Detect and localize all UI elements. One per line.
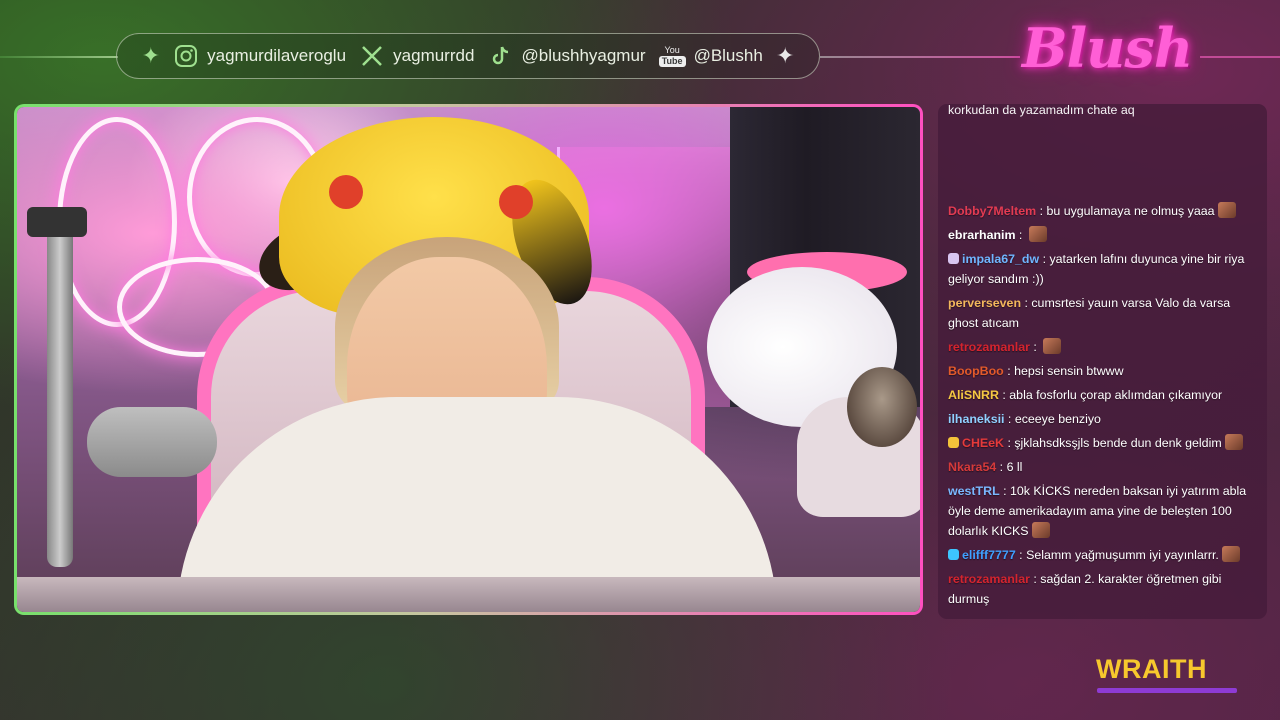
user-badge-icon	[948, 253, 959, 264]
chat-username[interactable]: Dobby7Meltem	[948, 204, 1036, 218]
chat-separator: :	[1039, 252, 1050, 266]
x-icon	[359, 43, 385, 69]
chat-username[interactable]: Nkara54	[948, 460, 996, 474]
chat-username[interactable]: ebrarhanim	[948, 228, 1015, 242]
chat-text: abla fosforlu çorap aklımdan çıkamıyor	[1009, 388, 1223, 402]
chat-message: westTRL : 10k KİCKS nereden baksan iyi y…	[948, 481, 1257, 541]
chat-separator: :	[1015, 548, 1027, 562]
hat-cheek	[499, 185, 533, 219]
chat-text: Selamm yağmuşumm iyi yayınlarrr.	[1026, 548, 1219, 562]
webcam-video	[17, 107, 920, 612]
chat-username[interactable]: impala67_dw	[962, 252, 1039, 266]
chat-separator: :	[1003, 364, 1015, 378]
chat-message: BoopBoo : hepsi sensin btwww	[948, 361, 1257, 381]
instagram-icon	[173, 43, 199, 69]
chat-message: Nkara54 : 6 ll	[948, 457, 1257, 477]
chat-username[interactable]: AliSNRR	[948, 388, 999, 402]
chat-text: şjklahsdksşjls bende dun denk geldim	[1014, 436, 1222, 450]
sponsor-logo: WRAITH	[1096, 654, 1207, 684]
chat-emote-icon	[1224, 434, 1243, 450]
chat-separator: :	[1015, 228, 1026, 242]
chat-separator: :	[1036, 204, 1047, 218]
chat-message: ilhaneksii : eceeye benziyo	[948, 409, 1257, 429]
hat-cheek	[329, 175, 363, 209]
tiktok-icon	[488, 43, 514, 69]
chat-message: Dobby7Meltem : bu uygulamaya ne olmuş ya…	[948, 201, 1257, 221]
social-tiktok[interactable]: @blushhyagmur	[488, 43, 646, 69]
chat-separator: :	[998, 388, 1010, 402]
chat-separator: :	[1004, 412, 1015, 426]
decor-line-left	[0, 56, 118, 58]
chat-username[interactable]: retrozamanlar	[948, 572, 1030, 586]
chat-message: CHEeK : şjklahsdksşjls bende dun denk ge…	[948, 433, 1257, 453]
x-handle: yagmurrdd	[393, 46, 475, 65]
chat-separator: :	[999, 484, 1010, 498]
chat-message: retrozamanlar : sağdan 2. karakter öğret…	[948, 569, 1257, 609]
mic-clamp	[27, 207, 87, 237]
chat-username[interactable]: retrozamanlar	[948, 340, 1030, 354]
chat-text: eceeye benziyo	[1014, 412, 1101, 426]
instagram-handle: yagmurdilaveroglu	[207, 46, 347, 65]
microphone	[87, 407, 217, 477]
social-instagram[interactable]: yagmurdilaveroglu	[173, 43, 346, 69]
sparkle-icon: ✦	[775, 43, 795, 69]
chat-message: retrozamanlar :	[948, 337, 1257, 357]
cat	[847, 367, 917, 447]
chat-username[interactable]: perverseven	[948, 296, 1021, 310]
chat-message-list: Dobby7Meltem : bu uygulamaya ne olmuş ya…	[948, 201, 1257, 613]
chat-text: 6 ll	[1006, 460, 1023, 474]
chat-message: elifff7777 : Selamm yağmuşumm iyi yayınl…	[948, 545, 1257, 565]
chat-text: hepsi sensin btwww	[1014, 364, 1124, 378]
chat-separator: :	[1029, 572, 1041, 586]
user-badge-icon	[948, 549, 959, 560]
chat-emote-icon	[1221, 546, 1240, 562]
tiktok-handle: @blushhyagmur	[521, 46, 646, 65]
sponsor-underline	[1097, 688, 1237, 693]
decor-line-far-right	[1200, 56, 1280, 58]
mic-arm	[47, 207, 73, 567]
chat-separator: :	[1029, 340, 1041, 354]
chat-message-partial: korkudan da yazamadım chate aq	[948, 104, 1135, 117]
chat-separator: :	[996, 460, 1007, 474]
chat-username[interactable]: CHEeK	[962, 436, 1004, 450]
chat-message: impala67_dw : yatarken lafını duyunca yi…	[948, 249, 1257, 289]
chat-emote-icon	[1217, 202, 1236, 218]
chat-username[interactable]: BoopBoo	[948, 364, 1004, 378]
chat-message: perverseven : cumsrtesi yauın varsa Valo…	[948, 293, 1257, 333]
chat-text: bu uygulamaya ne olmuş yaaa	[1046, 204, 1215, 218]
social-links-bar: ✦ yagmurdilaveroglu yagmurrdd @blushhyag…	[116, 33, 820, 79]
social-youtube[interactable]: You Tube @Blushh	[658, 45, 763, 67]
channel-logo: Blush	[1022, 16, 1193, 80]
chat-username[interactable]: elifff7777	[962, 548, 1016, 562]
chat-message: ebrarhanim :	[948, 225, 1257, 245]
user-badge-icon	[948, 437, 959, 448]
social-x[interactable]: yagmurrdd	[359, 43, 474, 69]
youtube-icon: You Tube	[658, 45, 686, 67]
chat-username[interactable]: ilhaneksii	[948, 412, 1004, 426]
webcam-frame	[14, 104, 923, 615]
chat-emote-icon	[1043, 338, 1062, 354]
youtube-handle: @Blushh	[693, 46, 763, 65]
sparkle-icon: ✦	[141, 43, 160, 69]
chat-username[interactable]: westTRL	[948, 484, 1000, 498]
chat-separator: :	[1004, 436, 1015, 450]
chat-message: AliSNRR : abla fosforlu çorap aklımdan ç…	[948, 385, 1257, 405]
decor-line-right	[820, 56, 1020, 58]
chat-emote-icon	[1031, 522, 1050, 538]
chat-separator: :	[1021, 296, 1032, 310]
chat-emote-icon	[1028, 226, 1047, 242]
desk	[17, 577, 920, 612]
chat-panel[interactable]: korkudan da yazamadım chate aq Dobby7Mel…	[938, 104, 1267, 619]
